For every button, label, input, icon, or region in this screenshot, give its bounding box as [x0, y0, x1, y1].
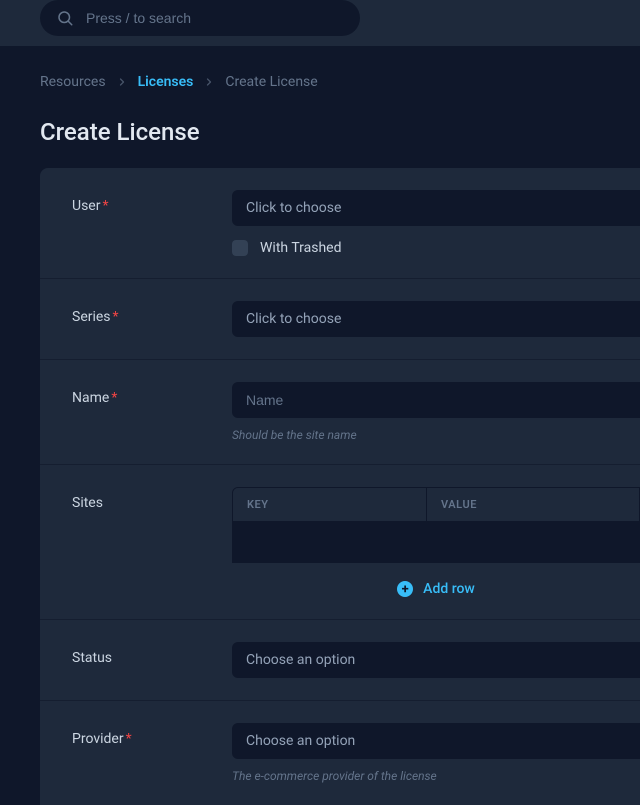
- field-label-sites: Sites: [72, 487, 232, 597]
- plus-icon: +: [397, 581, 413, 597]
- user-select[interactable]: Click to choose: [232, 190, 640, 226]
- field-sites: Sites KEY VALUE + Add row: [40, 465, 640, 620]
- label-text: Status: [72, 650, 112, 666]
- breadcrumb-licenses[interactable]: Licenses: [138, 74, 194, 90]
- value-cell[interactable]: [427, 522, 639, 562]
- search-input[interactable]: [86, 10, 344, 26]
- status-select[interactable]: Choose an option: [232, 642, 640, 678]
- field-status: Status Choose an option: [40, 620, 640, 701]
- search-box[interactable]: [40, 0, 360, 36]
- provider-select[interactable]: Choose an option: [232, 723, 640, 759]
- col-value: VALUE: [427, 488, 639, 521]
- field-provider: Provider* Choose an option The e-commerc…: [40, 701, 640, 805]
- required-indicator: *: [102, 198, 108, 214]
- required-indicator: *: [111, 390, 117, 406]
- label-text: Provider: [72, 731, 124, 747]
- required-indicator: *: [113, 309, 119, 325]
- label-text: Series: [72, 309, 111, 325]
- required-indicator: *: [126, 731, 132, 747]
- label-text: User: [72, 198, 100, 214]
- with-trashed-row[interactable]: With Trashed: [232, 240, 640, 256]
- field-label-series: Series*: [72, 301, 232, 337]
- label-text: Name: [72, 390, 109, 406]
- add-row-button[interactable]: + Add row: [232, 581, 640, 597]
- key-cell[interactable]: [233, 522, 427, 562]
- field-series: Series* Click to choose: [40, 279, 640, 360]
- series-select[interactable]: Click to choose: [232, 301, 640, 337]
- search-icon: [56, 9, 74, 27]
- add-row-label: Add row: [423, 581, 475, 597]
- breadcrumb: Resources Licenses Create License: [40, 46, 640, 118]
- provider-help: The e-commerce provider of the license: [232, 769, 640, 783]
- with-trashed-label: With Trashed: [260, 240, 342, 256]
- table-header: KEY VALUE: [233, 488, 639, 522]
- with-trashed-checkbox[interactable]: [232, 240, 248, 256]
- field-label-user: User*: [72, 190, 232, 256]
- field-label-provider: Provider*: [72, 723, 232, 783]
- chevron-right-icon: [116, 76, 128, 88]
- col-key: KEY: [233, 488, 427, 521]
- form-panel: User* Click to choose With Trashed Serie…: [40, 168, 640, 805]
- sites-table: KEY VALUE: [232, 487, 640, 563]
- field-label-status: Status: [72, 642, 232, 678]
- page-title: Create License: [40, 118, 640, 146]
- field-user: User* Click to choose With Trashed: [40, 168, 640, 279]
- table-row: [233, 522, 639, 562]
- name-help: Should be the site name: [232, 428, 640, 442]
- breadcrumb-create-license: Create License: [225, 74, 317, 90]
- topbar: [0, 0, 640, 46]
- field-label-name: Name*: [72, 382, 232, 442]
- chevron-right-icon: [203, 76, 215, 88]
- field-name: Name* Should be the site name: [40, 360, 640, 465]
- name-input[interactable]: [232, 382, 640, 418]
- label-text: Sites: [72, 495, 103, 511]
- breadcrumb-resources[interactable]: Resources: [40, 74, 106, 90]
